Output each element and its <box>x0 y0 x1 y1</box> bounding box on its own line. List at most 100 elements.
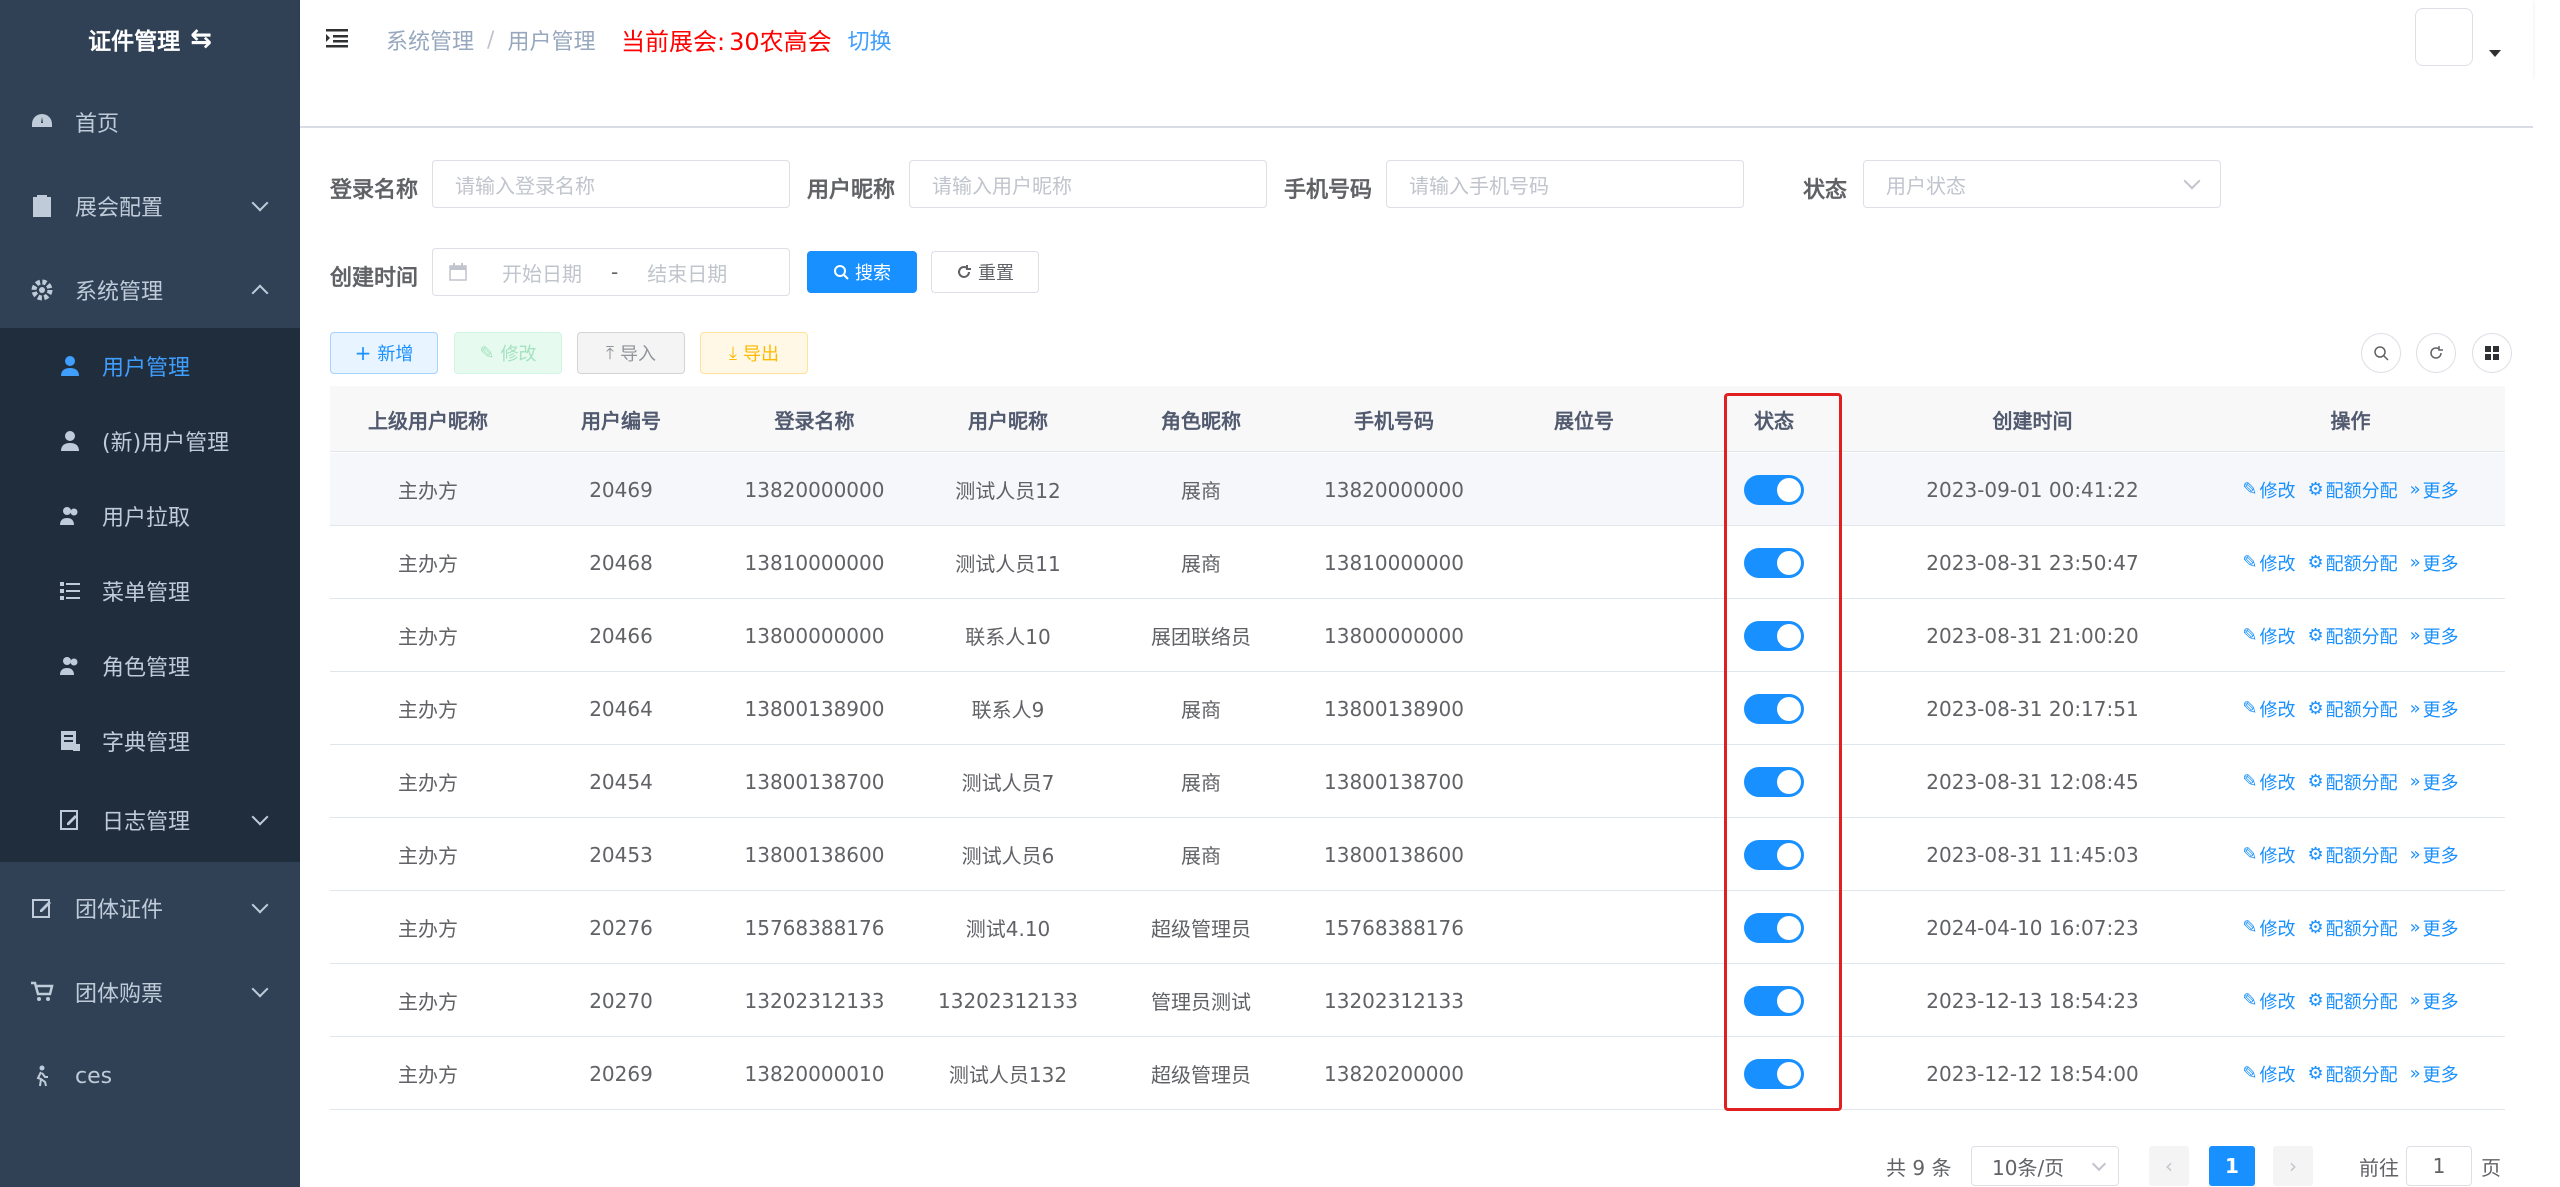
cell-nick: 13202312133 <box>938 988 1078 1013</box>
row-quota-link[interactable]: ⚙ 配额分配 <box>2307 988 2397 1014</box>
toggle-search-button[interactable] <box>2361 333 2401 373</box>
row-quota-link[interactable]: ⚙ 配额分配 <box>2307 477 2397 503</box>
start-date-placeholder: 开始日期 <box>502 261 582 286</box>
row-quota-link[interactable]: ⚙ 配额分配 <box>2307 1061 2397 1087</box>
row-quota-link[interactable]: ⚙ 配额分配 <box>2307 696 2397 722</box>
row-quota-link-label: 配额分配 <box>2325 845 2398 867</box>
row-more-link[interactable]: » 更多 <box>2410 988 2459 1014</box>
sidebar-item-group-cert[interactable]: 团体证件 <box>0 866 300 950</box>
sidebar-item-system[interactable]: 系统管理 <box>0 248 300 332</box>
row-edit-link[interactable]: ✎ 修改 <box>2242 623 2295 649</box>
goto-page-input[interactable]: 1 <box>2406 1146 2472 1186</box>
sidebar-item-user-management[interactable]: 用户管理 <box>0 328 300 403</box>
edit-button[interactable]: ✎ 修改 <box>454 332 562 374</box>
row-more-link[interactable]: » 更多 <box>2410 1061 2459 1087</box>
sidebar-item-log-management[interactable]: 日志管理 <box>0 778 300 862</box>
prev-page-button[interactable]: ‹ <box>2149 1146 2189 1186</box>
next-page-button[interactable]: › <box>2273 1146 2313 1186</box>
breadcrumb-item-system[interactable]: 系统管理 <box>386 24 474 56</box>
sidebar-item-expo-config[interactable]: 展会配置 <box>0 164 300 248</box>
refresh-button[interactable] <box>2416 333 2456 373</box>
cell-created: 2023-08-31 12:08:45 <box>1926 769 2139 794</box>
sidebar-item-menu-management[interactable]: 菜单管理 <box>0 553 300 628</box>
swap-icon[interactable]: ⇆ <box>190 24 212 54</box>
row-more-link[interactable]: » 更多 <box>2410 842 2459 868</box>
status-select[interactable]: 用户状态 <box>1863 160 2221 208</box>
gear-icon: ⚙ <box>2307 698 2324 719</box>
edit-icon: ✎ <box>2242 552 2258 573</box>
column-header: 登录名称 <box>774 408 855 433</box>
chevron-right-icon: › <box>2289 1154 2297 1178</box>
sidebar-item-new-user-management[interactable]: (新)用户管理 <box>0 403 300 478</box>
row-more-link[interactable]: » 更多 <box>2410 915 2459 941</box>
cell-role: 超级管理员 <box>1151 917 1251 941</box>
import-button[interactable]: ⤒ 导入 <box>577 332 685 374</box>
sidebar-item-group-ticket[interactable]: 团体购票 <box>0 950 300 1034</box>
phone-input[interactable]: 请输入手机号码 <box>1386 160 1744 208</box>
cell-id: 20464 <box>589 696 653 721</box>
row-more-link[interactable]: » 更多 <box>2410 696 2459 722</box>
table-row: 主办方 20454 13800138700 测试人员7 展商 13800138700 202… <box>330 745 2505 818</box>
table-row: 主办方 20270 13202312133 13202312133 管理员测试 13202… <box>330 964 2505 1037</box>
caret-down-icon[interactable] <box>2489 50 2501 57</box>
row-quota-link[interactable]: ⚙ 配额分配 <box>2307 550 2397 576</box>
nickname-input[interactable]: 请输入用户昵称 <box>909 160 1267 208</box>
login-name-input[interactable]: 请输入登录名称 <box>432 160 790 208</box>
row-edit-link[interactable]: ✎ 修改 <box>2242 1061 2295 1087</box>
search-button[interactable]: 搜索 <box>807 251 917 293</box>
avatar[interactable] <box>2415 8 2473 66</box>
cell-created: 2023-12-13 18:54:23 <box>1926 988 2139 1013</box>
row-edit-link[interactable]: ✎ 修改 <box>2242 769 2295 795</box>
nickname-label: 用户昵称 <box>807 178 896 203</box>
cell-id: 20454 <box>589 769 653 794</box>
columns-button[interactable] <box>2472 333 2512 373</box>
row-quota-link[interactable]: ⚙ 配额分配 <box>2307 915 2397 941</box>
page-number-1[interactable]: 1 <box>2209 1146 2255 1186</box>
cell-parent: 主办方 <box>398 917 458 941</box>
row-quota-link[interactable]: ⚙ 配额分配 <box>2307 842 2397 868</box>
date-range-picker[interactable]: 开始日期 - 结束日期 <box>432 248 790 296</box>
page-size-select[interactable]: 10条/页 <box>1971 1146 2119 1186</box>
switch-expo-link[interactable]: 切换 <box>848 24 892 56</box>
reset-button[interactable]: 重置 <box>931 251 1039 293</box>
calendar-icon <box>449 263 467 281</box>
row-edit-link[interactable]: ✎ 修改 <box>2242 477 2295 503</box>
export-button[interactable]: ⤓ 导出 <box>700 332 808 374</box>
cell-nick: 测试人员7 <box>961 771 1055 795</box>
row-quota-link-label: 配额分配 <box>2325 991 2398 1013</box>
row-edit-link[interactable]: ✎ 修改 <box>2242 696 2295 722</box>
user-icon <box>58 354 82 378</box>
table-row: 主办方 20466 13800000000 联系人10 展团联络员 13800000000… <box>330 599 2505 672</box>
add-button[interactable]: + 新增 <box>330 332 438 374</box>
sidebar-item-ces[interactable]: ces <box>0 1034 300 1118</box>
row-edit-link[interactable]: ✎ 修改 <box>2242 550 2295 576</box>
cell-parent: 主办方 <box>398 1063 458 1087</box>
sidebar-item-dict-management[interactable]: 字典管理 <box>0 703 300 778</box>
sidebar-item-user-pull[interactable]: 用户拉取 <box>0 478 300 553</box>
cell-booth <box>1489 818 1679 891</box>
hamburger-icon[interactable] <box>326 26 350 50</box>
sidebar-item-label: 日志管理 <box>102 810 191 835</box>
row-edit-link[interactable]: ✎ 修改 <box>2242 915 2295 941</box>
row-quota-link[interactable]: ⚙ 配额分配 <box>2307 623 2397 649</box>
sidebar-item-home[interactable]: 首页 <box>0 80 300 164</box>
cell-login: 13800000000 <box>744 623 885 648</box>
sidebar-item-role-management[interactable]: 角色管理 <box>0 628 300 703</box>
row-more-link[interactable]: » 更多 <box>2410 623 2459 649</box>
dashboard-icon <box>29 109 55 135</box>
row-more-link[interactable]: » 更多 <box>2410 477 2459 503</box>
row-edit-link[interactable]: ✎ 修改 <box>2242 988 2295 1014</box>
search-button-label: 搜索 <box>855 263 891 284</box>
login-name-label: 登录名称 <box>330 178 419 203</box>
row-more-link[interactable]: » 更多 <box>2410 769 2459 795</box>
column-header: 创建时间 <box>1992 408 2073 433</box>
cell-login: 13820000010 <box>744 1061 885 1086</box>
row-quota-link[interactable]: ⚙ 配额分配 <box>2307 769 2397 795</box>
edit-icon: ✎ <box>2242 479 2258 500</box>
breadcrumb: 系统管理 / 用户管理 <box>386 24 595 56</box>
goto-page-value: 1 <box>2432 1154 2446 1178</box>
row-more-link[interactable]: » 更多 <box>2410 550 2459 576</box>
row-edit-link[interactable]: ✎ 修改 <box>2242 842 2295 868</box>
edit-button-label: 修改 <box>500 344 537 365</box>
cell-booth <box>1489 672 1679 745</box>
